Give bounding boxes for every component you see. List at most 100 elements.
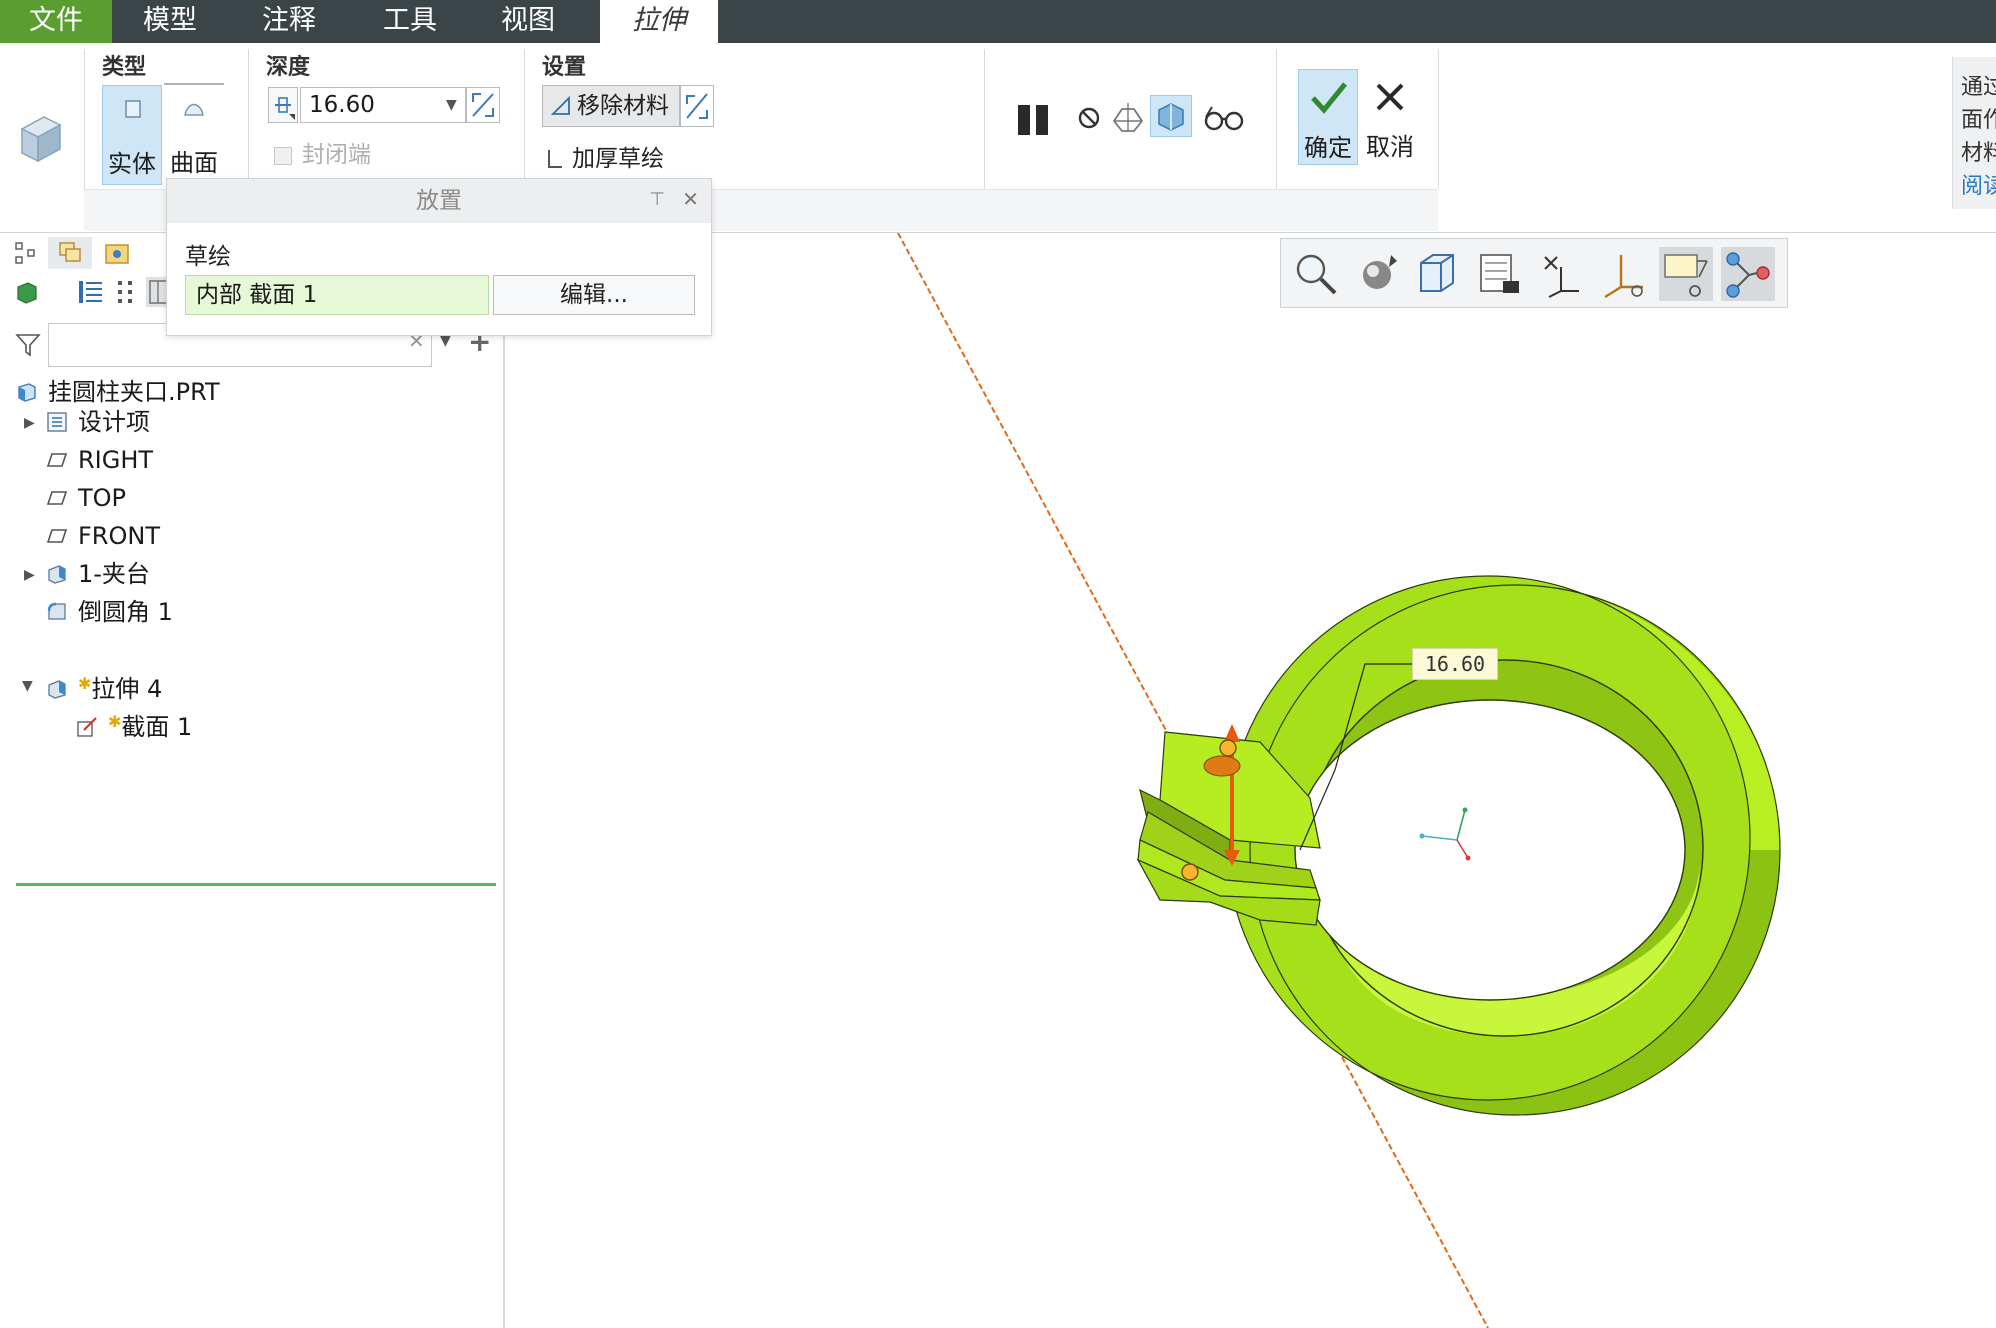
flip-material-side-button[interactable] bbox=[680, 85, 714, 127]
help-line: 通过 bbox=[1961, 75, 1996, 100]
depth-dimension-label[interactable]: 16.60 bbox=[1412, 648, 1498, 680]
new-feature-star-icon: ✱ bbox=[108, 712, 122, 731]
expand-arrow-icon[interactable]: ▶ bbox=[24, 415, 35, 431]
tree-item-label: RIGHT bbox=[78, 446, 154, 474]
depth-dropdown-arrow[interactable]: ▼ bbox=[446, 97, 457, 113]
tree-item-label: 拉伸 4 bbox=[91, 675, 163, 703]
menu-bar: 文件 模型 注释 工具 视图 拉伸 bbox=[0, 0, 1996, 43]
remove-material-button[interactable]: 移除材料 bbox=[542, 85, 680, 127]
model-tree-tab-icon[interactable] bbox=[6, 237, 50, 269]
saved-views-icon[interactable] bbox=[1411, 247, 1465, 301]
datum-plane-icon bbox=[46, 491, 68, 505]
checkmark-icon bbox=[1311, 82, 1347, 114]
zoom-icon[interactable] bbox=[1289, 247, 1343, 301]
graphics-window[interactable] bbox=[507, 233, 1996, 1328]
close-icon[interactable]: ✕ bbox=[682, 187, 699, 211]
geometry-preview-icon[interactable] bbox=[1110, 99, 1146, 135]
folder-tab-icon[interactable] bbox=[96, 237, 140, 269]
new-feature-star-icon: ✱ bbox=[78, 674, 92, 693]
feature-preview-icon bbox=[1158, 103, 1184, 131]
solid-type-button[interactable]: 实体 bbox=[102, 85, 162, 185]
surface-type-button[interactable]: 曲面 bbox=[164, 85, 224, 185]
blind-depth-icon bbox=[275, 97, 295, 120]
tree-item-clamp-base[interactable]: 1-夹台 bbox=[46, 557, 150, 591]
tree-item-label: 设计项 bbox=[78, 408, 150, 436]
surface-label: 曲面 bbox=[170, 149, 218, 177]
feature-preview-button[interactable] bbox=[1150, 95, 1192, 137]
extrude-icon bbox=[48, 565, 66, 584]
show-tree-icon[interactable] bbox=[12, 277, 42, 307]
tree-item-section-1[interactable]: ✱截面 1 bbox=[76, 705, 192, 741]
menu-view[interactable]: 视图 bbox=[476, 0, 580, 43]
solid-label: 实体 bbox=[108, 150, 156, 178]
settings-group-title: 设置 bbox=[542, 55, 587, 80]
surface-icon bbox=[184, 103, 204, 116]
tree-item-round-1[interactable]: 倒圆角 1 bbox=[46, 595, 173, 629]
sketch-collector-field[interactable]: 内部 截面 1 bbox=[185, 275, 489, 315]
tree-columns-icon[interactable] bbox=[112, 277, 142, 307]
extrude-icon bbox=[48, 680, 66, 699]
tree-item-label: 倒圆角 1 bbox=[78, 598, 173, 626]
help-read-link[interactable]: 阅读 bbox=[1961, 170, 1996, 203]
no-preview-icon[interactable] bbox=[1076, 105, 1102, 131]
spin-center-icon[interactable] bbox=[1721, 247, 1775, 301]
thicken-sketch-option[interactable]: 加厚草绘 bbox=[548, 139, 664, 173]
tree-item-right-plane[interactable]: RIGHT bbox=[46, 443, 153, 477]
datum-display-icon[interactable] bbox=[1535, 247, 1589, 301]
model-tree-panel: ✕ ▼ + 挂圆柱夹口.PRT ▶ 设计项 RIGHT TOP FRONT ▶ bbox=[0, 233, 505, 1328]
view-manager-icon[interactable] bbox=[1473, 247, 1527, 301]
display-style-icon[interactable] bbox=[1351, 247, 1405, 301]
menu-annotate[interactable]: 注释 bbox=[236, 0, 342, 43]
menu-file[interactable]: 文件 bbox=[0, 0, 112, 43]
flip-direction-icon bbox=[472, 93, 494, 117]
remove-material-label: 移除材料 bbox=[577, 93, 669, 119]
placement-panel: 放置 ⊤ ✕ 草绘 内部 截面 1 编辑... bbox=[166, 178, 712, 336]
depth-option-button[interactable] bbox=[268, 87, 298, 123]
tree-item-label: FRONT bbox=[78, 522, 160, 550]
filter-icon bbox=[15, 334, 41, 357]
extrude-feature-icon bbox=[20, 116, 62, 163]
placement-title[interactable]: 放置 bbox=[167, 179, 711, 223]
tree-item-front-plane[interactable]: FRONT bbox=[46, 519, 160, 553]
view-toolbar bbox=[1280, 238, 1788, 308]
datum-plane-icon bbox=[46, 453, 68, 467]
tree-item-label: TOP bbox=[78, 484, 127, 512]
tree-item-design-items[interactable]: 设计项 bbox=[46, 405, 150, 439]
menu-model[interactable]: 模型 bbox=[118, 0, 222, 43]
solid-icon bbox=[125, 100, 141, 118]
model-viewport[interactable] bbox=[507, 233, 1996, 1328]
pin-icon[interactable]: ⊤ bbox=[649, 189, 665, 210]
design-items-icon bbox=[47, 412, 67, 432]
tree-item-label: 1-夹台 bbox=[78, 560, 150, 588]
capped-ends-label: 封闭端 bbox=[302, 142, 371, 168]
tree-root-part[interactable]: 挂圆柱夹口.PRT bbox=[16, 375, 220, 409]
verify-glasses-icon[interactable] bbox=[1202, 103, 1246, 133]
remove-material-icon bbox=[551, 96, 570, 115]
flip-depth-direction-button[interactable] bbox=[466, 87, 500, 123]
ok-button[interactable]: 确定 bbox=[1298, 69, 1358, 165]
round-icon bbox=[47, 602, 66, 620]
cancel-button[interactable]: 取消 bbox=[1360, 69, 1420, 165]
close-icon bbox=[1376, 83, 1404, 111]
tab-extrude[interactable]: 拉伸 bbox=[600, 0, 718, 43]
expand-arrow-icon[interactable]: ▶ bbox=[24, 567, 35, 583]
tree-settings-icon[interactable] bbox=[76, 277, 106, 307]
edit-sketch-button[interactable]: 编辑... bbox=[493, 275, 695, 315]
collapse-arrow-icon[interactable]: ▼ bbox=[22, 678, 33, 694]
part-icon bbox=[18, 383, 36, 402]
thicken-sketch-label: 加厚草绘 bbox=[572, 146, 664, 172]
depth-value-input[interactable]: 16.60 bbox=[300, 87, 466, 123]
insert-here-indicator[interactable] bbox=[16, 883, 496, 886]
cancel-label: 取消 bbox=[1366, 133, 1414, 161]
layers-tab-icon[interactable] bbox=[48, 237, 92, 269]
annotation-display-icon[interactable] bbox=[1659, 247, 1713, 301]
tree-item-top-plane[interactable]: TOP bbox=[46, 481, 126, 515]
tree-item-extrude-4[interactable]: ✱拉伸 4 bbox=[46, 667, 163, 703]
coordinate-display-icon[interactable] bbox=[1597, 247, 1651, 301]
type-group-title: 类型 bbox=[102, 55, 147, 80]
menu-tools[interactable]: 工具 bbox=[358, 0, 462, 43]
help-panel: 通过 面作 材料 阅读 bbox=[1952, 57, 1996, 209]
pause-icon[interactable] bbox=[1016, 99, 1052, 139]
depth-group-title: 深度 bbox=[266, 55, 311, 80]
sketch-icon bbox=[77, 717, 97, 737]
